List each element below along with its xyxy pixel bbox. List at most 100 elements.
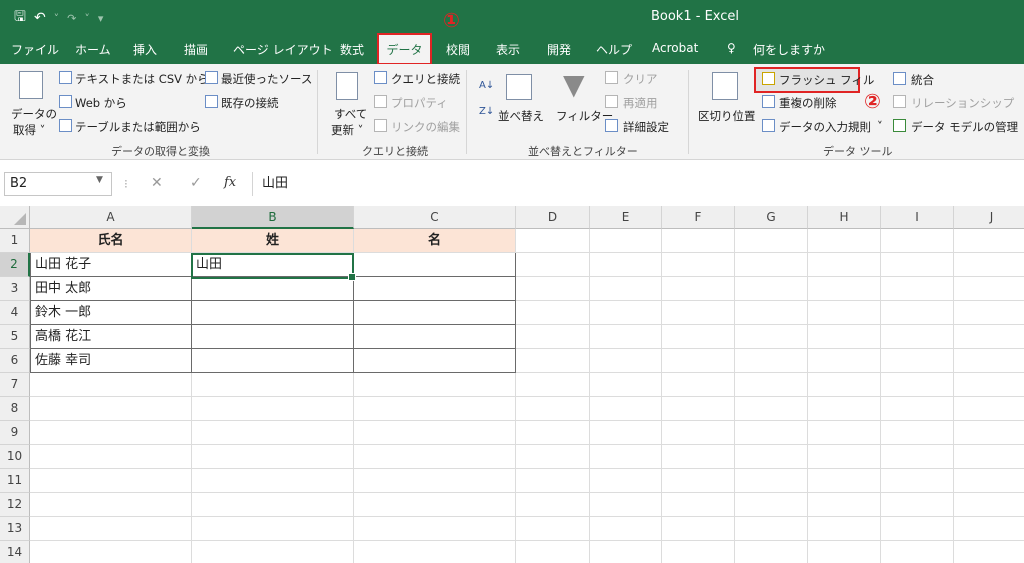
cell-j13[interactable] [954,517,1024,541]
cell-i4[interactable] [881,301,954,325]
cell-b8[interactable] [192,397,354,421]
cell-h8[interactable] [808,397,881,421]
cell-a10[interactable] [30,445,192,469]
existing-connections-button[interactable]: 既存の接続 [221,95,279,111]
cell-i7[interactable] [881,373,954,397]
cell-j7[interactable] [954,373,1024,397]
cell-j2[interactable] [954,253,1024,277]
cell-h2[interactable] [808,253,881,277]
sort-za-icon[interactable]: Z↓ [479,106,494,117]
cell-f1[interactable] [662,229,735,253]
from-text-csv-button[interactable]: テキストまたは CSV から [75,71,209,87]
column-header-j[interactable]: J [954,206,1024,229]
cell-g2[interactable] [735,253,808,277]
cell-j3[interactable] [954,277,1024,301]
cell-j5[interactable] [954,325,1024,349]
cell-a7[interactable] [30,373,192,397]
column-header-e[interactable]: E [590,206,662,229]
cell-f13[interactable] [662,517,735,541]
row-header-8[interactable]: 8 [0,397,30,421]
cell-d10[interactable] [516,445,590,469]
cell-b4[interactable] [192,301,354,325]
cell-i1[interactable] [881,229,954,253]
remove-duplicates-button[interactable]: 重複の削除 [779,95,837,111]
column-header-d[interactable]: D [516,206,590,229]
cell-c14[interactable] [354,541,516,563]
cell-h1[interactable] [808,229,881,253]
properties-button[interactable]: プロパティ [391,95,448,111]
row-header-11[interactable]: 11 [0,469,30,493]
cancel-icon[interactable]: ✕ [151,175,163,191]
spreadsheet-grid[interactable]: A B C D E F G H I J 1 氏名姓名 2 山田 花子 山田 3 田中 太郎 4 鈴木 一郎 5 高橋 花… [0,206,1024,563]
cell-c6[interactable] [354,349,516,373]
cell-g4[interactable] [735,301,808,325]
refresh-all-dropdown[interactable]: 更新 ˅ [331,122,363,138]
row-header-7[interactable]: 7 [0,373,30,397]
cell-f4[interactable] [662,301,735,325]
cell-g8[interactable] [735,397,808,421]
tab-home[interactable]: ホーム [75,41,111,58]
cell-c1[interactable]: 名 [354,229,516,253]
cell-h12[interactable] [808,493,881,517]
cell-e10[interactable] [590,445,662,469]
cell-e1[interactable] [590,229,662,253]
column-header-i[interactable]: I [881,206,954,229]
cell-e11[interactable] [590,469,662,493]
cell-h10[interactable] [808,445,881,469]
row-header-4[interactable]: 4 [0,301,30,325]
cell-g11[interactable] [735,469,808,493]
edit-links-button[interactable]: リンクの編集 [391,119,460,135]
row-header-2[interactable]: 2 [0,253,30,277]
cell-f7[interactable] [662,373,735,397]
cell-j9[interactable] [954,421,1024,445]
cell-d9[interactable] [516,421,590,445]
row-header-12[interactable]: 12 [0,493,30,517]
cell-i14[interactable] [881,541,954,563]
tab-draw[interactable]: 描画 [184,41,208,58]
tab-page-layout[interactable]: ページ レイアウト [233,41,333,58]
consolidate-button[interactable]: 統合 [911,72,934,88]
cell-h5[interactable] [808,325,881,349]
data-validation-button[interactable]: データの入力規則 [779,119,871,135]
cell-j12[interactable] [954,493,1024,517]
tab-developer[interactable]: 開発 [547,41,571,58]
cell-i8[interactable] [881,397,954,421]
cell-a6[interactable]: 佐藤 幸司 [30,349,192,373]
cell-f8[interactable] [662,397,735,421]
cell-b6[interactable] [192,349,354,373]
tab-data[interactable]: データ [377,33,432,65]
cell-c4[interactable] [354,301,516,325]
cell-d12[interactable] [516,493,590,517]
cell-d6[interactable] [516,349,590,373]
cell-b12[interactable] [192,493,354,517]
cell-g14[interactable] [735,541,808,563]
cell-a2[interactable]: 山田 花子 [30,253,192,277]
get-data-button[interactable]: データの [11,106,57,122]
cell-a13[interactable] [30,517,192,541]
cell-e4[interactable] [590,301,662,325]
cell-g5[interactable] [735,325,808,349]
cell-h7[interactable] [808,373,881,397]
cell-g7[interactable] [735,373,808,397]
cell-i3[interactable] [881,277,954,301]
cell-f2[interactable] [662,253,735,277]
cell-e8[interactable] [590,397,662,421]
cell-d8[interactable] [516,397,590,421]
cell-g6[interactable] [735,349,808,373]
cell-e2[interactable] [590,253,662,277]
cell-c7[interactable] [354,373,516,397]
cell-b3[interactable] [192,277,354,301]
cell-j14[interactable] [954,541,1024,563]
tab-insert[interactable]: 挿入 [133,41,157,58]
queries-connections-button[interactable]: クエリと接続 [391,71,460,87]
relationships-button[interactable]: リレーションシップ [911,95,1014,111]
tab-help[interactable]: ヘルプ [596,41,632,58]
flash-fill-button[interactable]: フラッシュ フィル [779,72,874,88]
cell-a8[interactable] [30,397,192,421]
row-header-10[interactable]: 10 [0,445,30,469]
name-box-dropdown-icon[interactable]: ▼ [96,175,103,185]
clear-filter-button[interactable]: クリア [623,71,658,87]
cell-j8[interactable] [954,397,1024,421]
cell-a1[interactable]: 氏名 [30,229,192,253]
cell-e3[interactable] [590,277,662,301]
